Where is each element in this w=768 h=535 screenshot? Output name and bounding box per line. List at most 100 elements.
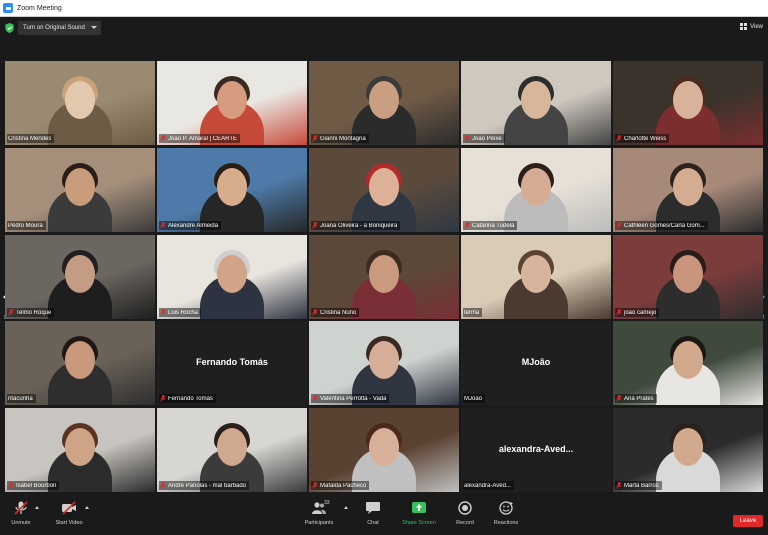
participant-name: Cathleen Gomes/Carla Gom... bbox=[624, 222, 705, 229]
participant-tile[interactable]: alexandra-Aved... alexandra-Aved... bbox=[461, 408, 611, 492]
participant-name: Valentina Perrotta - Vada bbox=[320, 395, 387, 402]
participant-tile[interactable]: Marta Barros bbox=[613, 408, 763, 492]
microphone-muted-icon bbox=[160, 309, 166, 316]
participant-tile[interactable]: Telmo Roque bbox=[5, 235, 155, 319]
participant-name: alexandra-Aved... bbox=[464, 482, 511, 489]
window-title-bar: Zoom Meeting bbox=[0, 0, 768, 17]
participant-video bbox=[5, 148, 155, 232]
video-options-chevron-icon[interactable] bbox=[85, 506, 89, 509]
participant-name-label: João P. Amaral | CEARTE bbox=[159, 134, 241, 143]
participant-video bbox=[461, 235, 611, 319]
participant-name: Isabel Bourbon bbox=[16, 482, 57, 489]
share-screen-icon bbox=[412, 502, 426, 513]
participant-name-label: Cathleen Gomes/Carla Gom... bbox=[615, 221, 708, 230]
participant-name-label: alexandra-Aved... bbox=[463, 481, 514, 490]
chevron-down-icon[interactable] bbox=[90, 26, 97, 29]
participant-tile[interactable]: Cristina Mendes bbox=[5, 61, 155, 145]
participant-name-label: joao camejo bbox=[615, 308, 660, 317]
participant-video bbox=[5, 61, 155, 145]
participant-tile[interactable]: Joana Oliveira - a Boniqueira bbox=[309, 148, 459, 232]
shield-icon[interactable] bbox=[5, 23, 14, 33]
participant-tile[interactable]: Cristina Nuno bbox=[309, 235, 459, 319]
participant-video bbox=[461, 148, 611, 232]
microphone-muted-icon bbox=[616, 309, 622, 316]
participant-video bbox=[613, 235, 763, 319]
view-button[interactable]: View bbox=[740, 23, 763, 30]
participant-tile[interactable]: João P. Amaral | CEARTE bbox=[157, 61, 307, 145]
participant-video bbox=[309, 61, 459, 145]
participant-tile[interactable]: Catarina Tudela bbox=[461, 148, 611, 232]
meeting-controls-toolbar: Unmute Start Video 33 Participants Chat bbox=[0, 495, 768, 535]
participant-name-label: MJoão bbox=[463, 394, 486, 403]
participant-video bbox=[613, 408, 763, 492]
participant-tile[interactable]: Cathleen Gomes/Carla Gom... bbox=[613, 148, 763, 232]
microphone-muted-icon bbox=[312, 309, 318, 316]
participant-video bbox=[157, 148, 307, 232]
microphone-muted-icon bbox=[14, 501, 28, 515]
leave-label: Leave bbox=[739, 518, 757, 524]
leave-button[interactable]: Leave bbox=[733, 515, 763, 527]
participant-tile[interactable]: Mafalda Pacheco bbox=[309, 408, 459, 492]
participant-tile[interactable]: João Peixe bbox=[461, 61, 611, 145]
participant-name: João Peixe bbox=[472, 135, 502, 142]
participant-name-label: Fernando Tomás bbox=[159, 394, 216, 403]
original-sound-button[interactable]: Turn on Original Sound bbox=[18, 21, 101, 35]
microphone-muted-icon bbox=[160, 482, 166, 489]
microphone-muted-icon bbox=[160, 395, 166, 402]
participant-name-label: Cristina Nuno bbox=[311, 308, 360, 317]
participant-name-label: Cristina Mendes bbox=[7, 134, 55, 143]
reactions-button[interactable]: Reactions bbox=[476, 501, 536, 526]
record-icon bbox=[458, 501, 472, 515]
start-video-button[interactable]: Start Video bbox=[39, 501, 99, 526]
microphone-muted-icon bbox=[616, 395, 622, 402]
participant-tile[interactable]: ritacunha bbox=[5, 321, 155, 405]
participant-tile[interactable]: Isabel Bourbon bbox=[5, 408, 155, 492]
participant-tile[interactable]: André Pariolas - mal barbado bbox=[157, 408, 307, 492]
microphone-muted-icon bbox=[312, 222, 318, 229]
participant-tile[interactable]: Valentina Perrotta - Vada bbox=[309, 321, 459, 405]
participant-name: Telmo Roque bbox=[16, 309, 52, 316]
participant-tile[interactable]: Alexandre Almeida bbox=[157, 148, 307, 232]
participant-name-label: Mafalda Pacheco bbox=[311, 481, 370, 490]
participant-video bbox=[157, 61, 307, 145]
participant-tile[interactable]: Charlotte Weiss bbox=[613, 61, 763, 145]
participant-video bbox=[5, 408, 155, 492]
participant-display-name: MJoão bbox=[521, 357, 551, 367]
participant-name: Charlotte Weiss bbox=[624, 135, 667, 142]
participant-tile[interactable]: Ana Prates bbox=[613, 321, 763, 405]
participant-name-label: Telmo Roque bbox=[7, 308, 55, 317]
participant-tile[interactable]: MJoão MJoão bbox=[461, 321, 611, 405]
participant-name: Ana Prates bbox=[624, 395, 654, 402]
participant-name: Gianni Montagna bbox=[320, 135, 366, 142]
participant-video bbox=[461, 61, 611, 145]
participant-name-label: Catarina Tudela bbox=[463, 221, 518, 230]
participant-name: Catarina Tudela bbox=[472, 222, 515, 229]
window-title: Zoom Meeting bbox=[17, 4, 62, 12]
reactions-smiley-icon bbox=[499, 501, 513, 515]
participant-tile[interactable]: Pedro Moura bbox=[5, 148, 155, 232]
start-video-label: Start Video bbox=[55, 520, 83, 526]
participant-video bbox=[309, 321, 459, 405]
participants-button[interactable]: 33 Participants bbox=[289, 500, 349, 526]
microphone-muted-icon bbox=[160, 135, 166, 142]
record-label: Record bbox=[456, 520, 474, 526]
participant-tile[interactable]: joao camejo bbox=[613, 235, 763, 319]
participant-tile[interactable]: Gianni Montagna bbox=[309, 61, 459, 145]
original-sound-label: Turn on Original Sound bbox=[23, 25, 85, 31]
microphone-muted-icon bbox=[464, 135, 470, 142]
participant-name: Joana Oliveira - a Boniqueira bbox=[320, 222, 398, 229]
participant-name-label: Marta Barros bbox=[615, 481, 662, 490]
participant-tile[interactable]: Fernando Tomás Fernando Tomás bbox=[157, 321, 307, 405]
participant-name-label: Valentina Perrotta - Vada bbox=[311, 394, 390, 403]
microphone-muted-icon bbox=[160, 222, 166, 229]
participant-name-label: Charlotte Weiss bbox=[615, 134, 670, 143]
microphone-muted-icon bbox=[616, 222, 622, 229]
grid-view-icon bbox=[740, 23, 748, 30]
participant-video bbox=[157, 235, 307, 319]
zoom-logo-icon bbox=[3, 3, 13, 13]
reactions-label: Reactions bbox=[493, 520, 519, 526]
participant-tile[interactable]: terma bbox=[461, 235, 611, 319]
chat-label: Chat bbox=[367, 520, 379, 526]
participant-tile[interactable]: Luis Rocha bbox=[157, 235, 307, 319]
participant-display-name: Fernando Tomás bbox=[196, 357, 268, 367]
